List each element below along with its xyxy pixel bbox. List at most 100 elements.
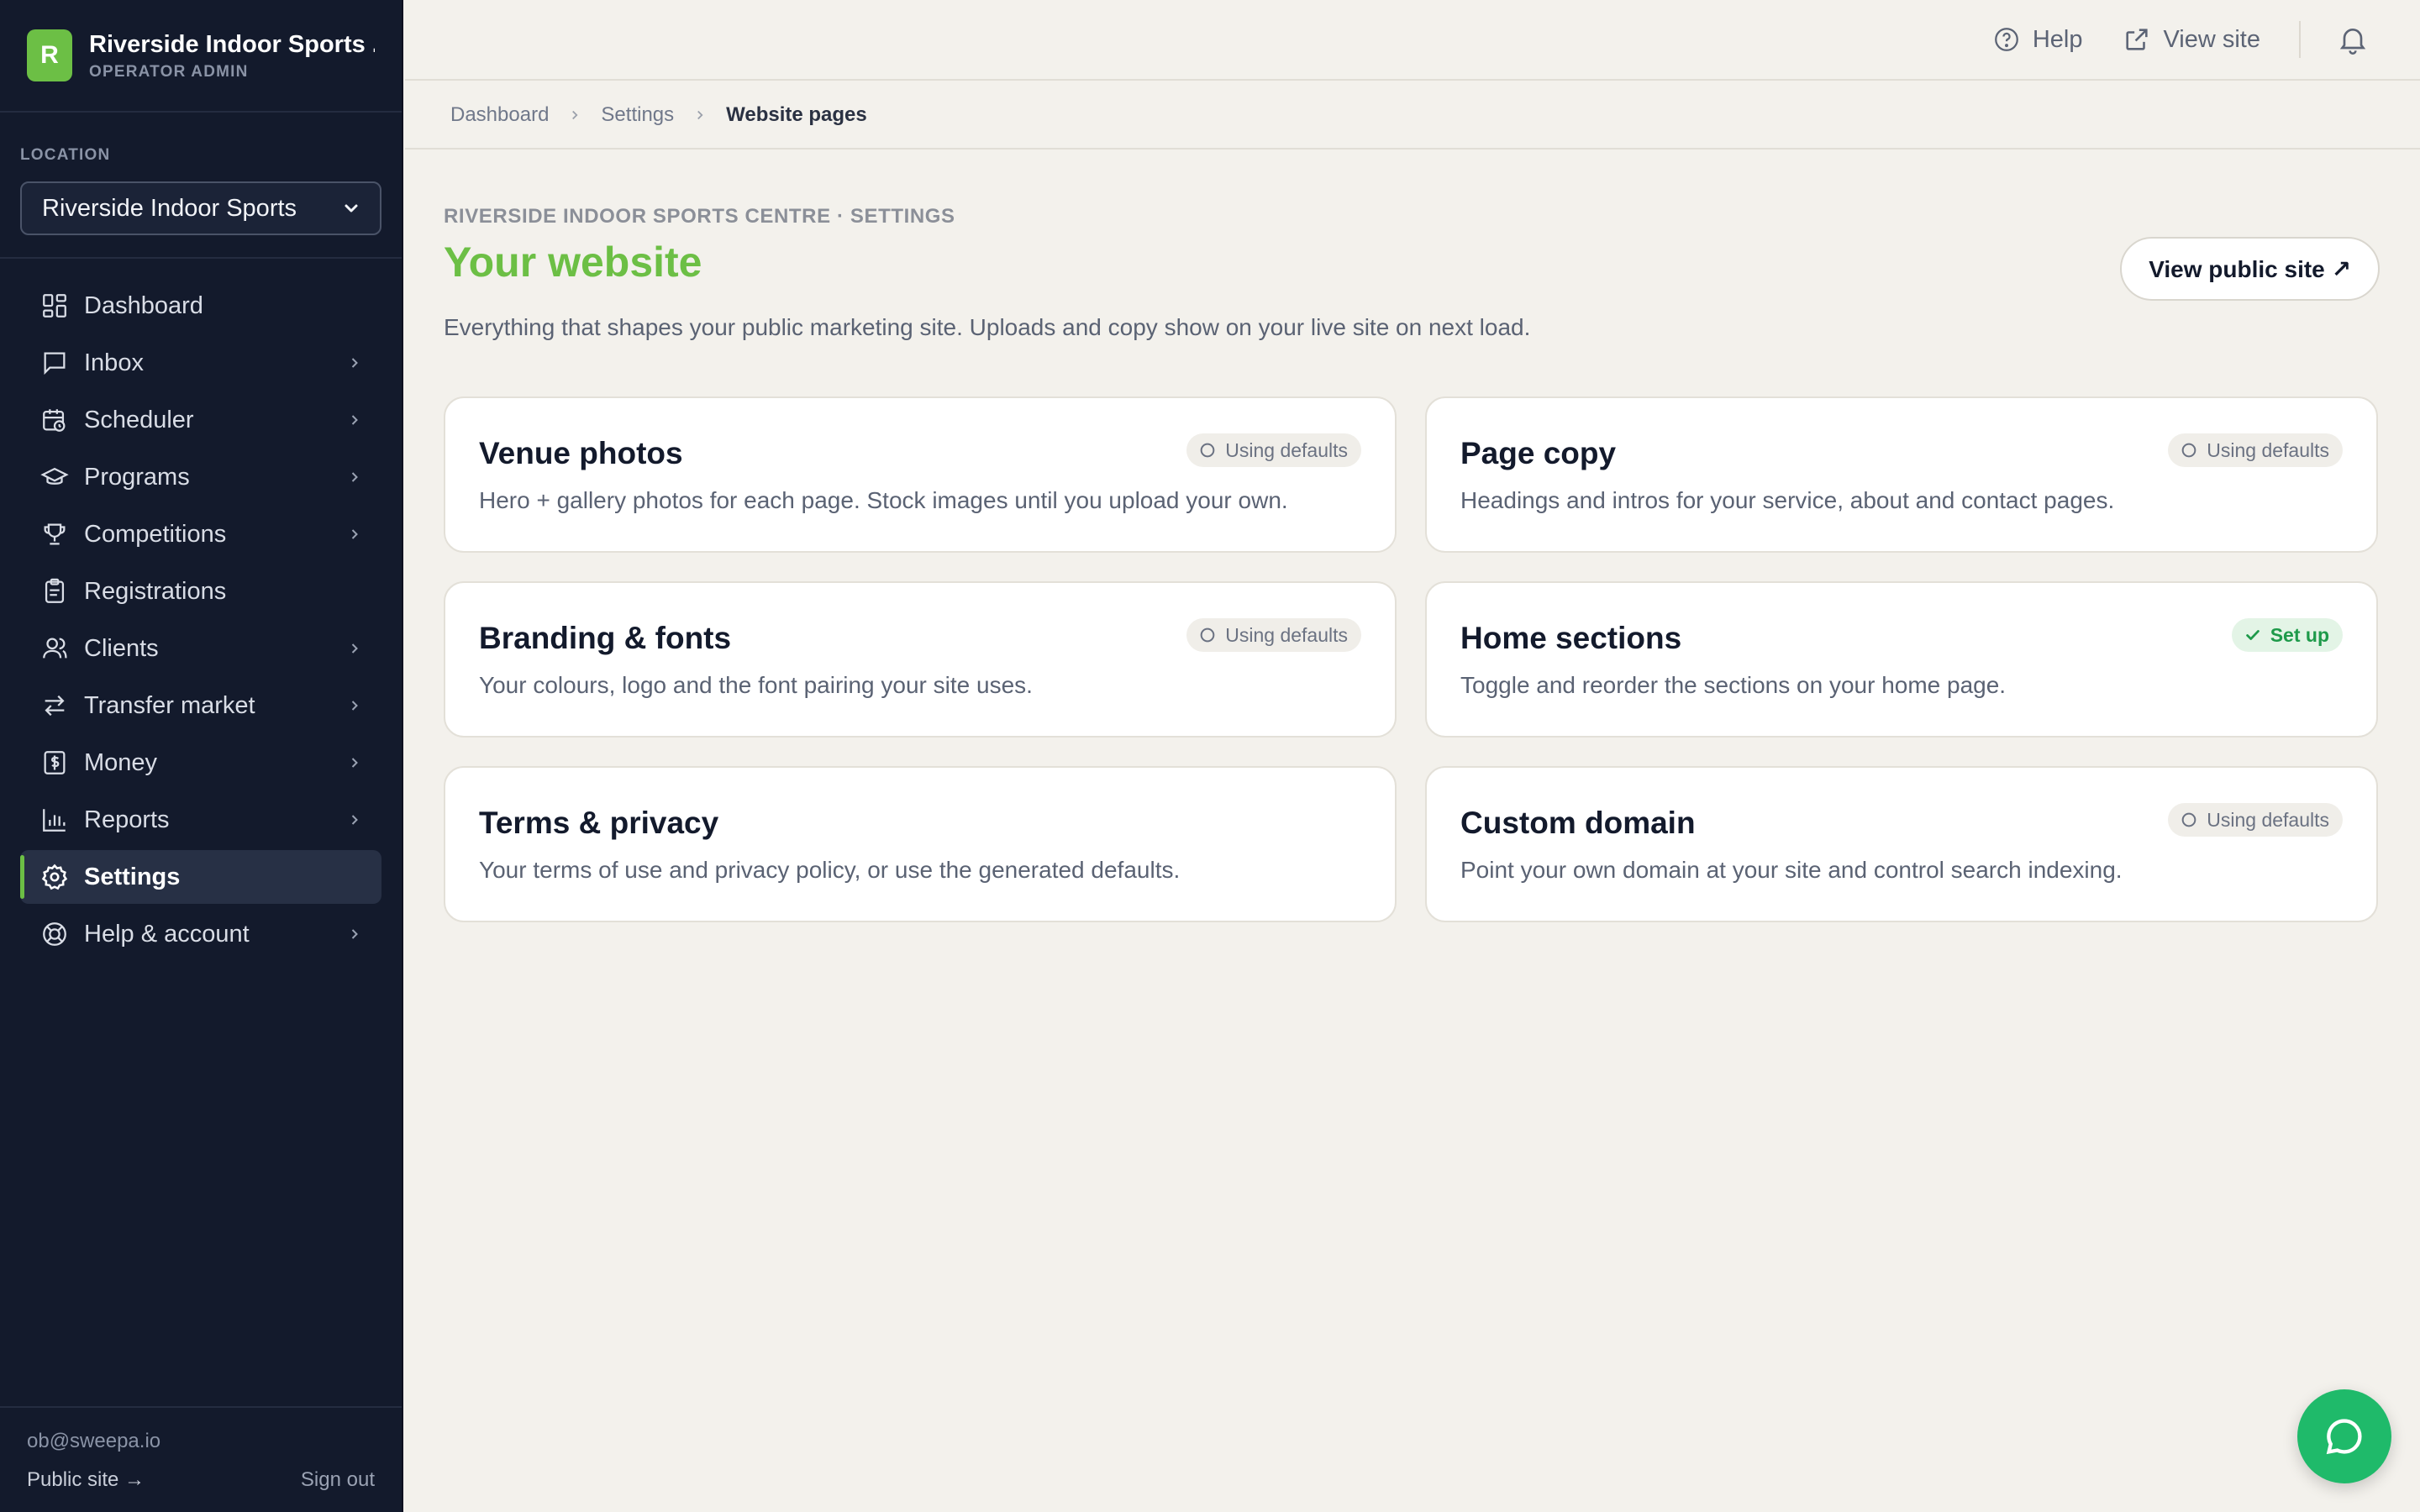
chevron-right-icon — [351, 472, 358, 482]
main-content: RIVERSIDE INDOOR SPORTS CENTRE · SETTING… — [444, 150, 2380, 922]
circle-outline-icon — [1200, 627, 1215, 643]
page-eyebrow: RIVERSIDE INDOOR SPORTS CENTRE · SETTING… — [444, 205, 955, 228]
breadcrumb-current: Website pages — [726, 103, 867, 126]
sidebar-item-inbox[interactable]: Inbox — [20, 336, 381, 390]
location-select[interactable]: Riverside Indoor Sports — [20, 181, 381, 235]
sidebar-item-label: Inbox — [84, 349, 144, 376]
view-public-site-button[interactable]: View public site ↗ — [2120, 237, 2380, 301]
card-branding-fonts[interactable]: Branding & fonts Your colours, logo and … — [444, 581, 1397, 738]
view-site-button[interactable]: View site — [2123, 25, 2260, 54]
topbar-divider — [2299, 21, 2301, 58]
external-link-icon — [2126, 29, 2149, 50]
sidebar-item-label: Registrations — [84, 577, 227, 605]
card-description: Headings and intros for your service, ab… — [1460, 487, 2115, 513]
sidebar-nav: Dashboard Inbox Scheduler Programs Compe… — [0, 259, 402, 961]
circle-outline-icon — [2181, 812, 2196, 827]
user-email: ob@sweepa.io — [27, 1430, 161, 1452]
page-description: Everything that shapes your public marke… — [444, 314, 1531, 340]
chevron-right-icon — [351, 929, 358, 939]
sidebar-item-label: Clients — [84, 634, 159, 662]
brand-header[interactable]: R Riverside Indoor Sports ... OPERATOR A… — [0, 0, 402, 113]
chevron-right-icon — [351, 643, 358, 654]
breadcrumb: Dashboard Settings Website pages — [405, 82, 2420, 150]
chevron-right-icon — [351, 758, 358, 768]
breadcrumb-dashboard[interactable]: Dashboard — [450, 103, 549, 127]
sidebar-item-label: Dashboard — [84, 291, 203, 319]
card-title: Home sections — [1460, 621, 1682, 655]
view-site-label: View site — [2163, 25, 2260, 53]
help-label: Help — [2032, 25, 2083, 53]
check-icon — [2245, 630, 2260, 640]
sidebar-item-dashboard[interactable]: Dashboard — [20, 279, 381, 333]
sidebar-item-competitions[interactable]: Competitions — [20, 507, 381, 561]
chevron-right-icon — [572, 110, 578, 120]
brand-logo: R — [27, 29, 72, 81]
card-page-copy[interactable]: Page copy Headings and intros for your s… — [1425, 396, 2378, 553]
sidebar-item-help-account[interactable]: Help & account — [20, 907, 381, 961]
sidebar-item-reports[interactable]: Reports — [20, 793, 381, 847]
status-badge: Using defaults — [1186, 618, 1361, 652]
status-badge-label: Using defaults — [2207, 808, 2329, 831]
location-label: LOCATION — [20, 146, 111, 164]
trophy-icon — [44, 523, 66, 545]
chevron-right-icon — [351, 529, 358, 539]
arrows-swap-icon — [45, 695, 65, 717]
sidebar-footer: ob@sweepa.io Public site → Sign out — [0, 1406, 402, 1512]
sidebar-item-registrations[interactable]: Registrations — [20, 564, 381, 618]
gear-icon — [41, 864, 68, 890]
card-terms-privacy[interactable]: Terms & privacy Your terms of use and pr… — [444, 766, 1397, 922]
sidebar-item-money[interactable]: Money — [20, 736, 381, 790]
sidebar-item-scheduler[interactable]: Scheduler — [20, 393, 381, 447]
card-venue-photos[interactable]: Venue photos Hero + gallery photos for e… — [444, 396, 1397, 553]
status-badge: Using defaults — [1186, 433, 1361, 467]
chevron-right-icon — [351, 701, 358, 711]
graduation-cap-icon — [40, 467, 69, 485]
sidebar-item-clients[interactable]: Clients — [20, 622, 381, 675]
topbar: Help View site — [405, 0, 2420, 81]
sidebar-item-transfer-market[interactable]: Transfer market — [20, 679, 381, 732]
bell-icon[interactable] — [2336, 23, 2370, 56]
clipboard-icon — [45, 578, 65, 603]
inbox-icon — [44, 352, 66, 375]
chevron-right-icon — [697, 110, 703, 120]
chevron-right-icon — [351, 358, 358, 368]
dashboard-icon — [43, 294, 66, 318]
settings-card-grid: Venue photos Hero + gallery photos for e… — [444, 396, 2380, 922]
chevron-right-icon — [351, 415, 358, 425]
breadcrumb-settings[interactable]: Settings — [601, 103, 674, 127]
help-button[interactable]: Help — [1992, 25, 2083, 54]
status-badge-label: Using defaults — [2207, 438, 2329, 461]
status-badge: Using defaults — [2168, 803, 2343, 837]
card-custom-domain[interactable]: Custom domain Point your own domain at y… — [1425, 766, 2378, 922]
status-badge-label: Using defaults — [1225, 623, 1348, 646]
sidebar-item-label: Reports — [84, 806, 170, 833]
page-title: Your website — [444, 239, 702, 286]
card-description: Your colours, logo and the font pairing … — [479, 672, 1033, 698]
sidebar-item-label: Money — [84, 748, 158, 776]
bar-chart-icon — [43, 809, 66, 832]
public-site-link[interactable]: Public site → — [27, 1468, 145, 1492]
status-badge-label: Set up — [2270, 623, 2329, 646]
brand-name: Riverside Indoor Sports ... — [89, 31, 375, 58]
sidebar-item-label: Scheduler — [84, 406, 194, 433]
receipt-icon — [44, 751, 66, 774]
chat-bubble-icon — [2326, 1419, 2362, 1455]
card-description: Point your own domain at your site and c… — [1460, 857, 2123, 883]
calendar-clock-icon — [43, 409, 66, 432]
status-badge: Using defaults — [2168, 433, 2343, 467]
sidebar-item-label: Programs — [84, 463, 190, 491]
sidebar-item-programs[interactable]: Programs — [20, 450, 381, 504]
status-badge-label: Using defaults — [1225, 438, 1348, 461]
location-section: LOCATION Riverside Indoor Sports — [0, 113, 402, 259]
card-home-sections[interactable]: Home sections Toggle and reorder the sec… — [1425, 581, 2378, 738]
sidebar-item-label: Settings — [84, 863, 181, 890]
help-circle-icon — [1994, 28, 2018, 51]
sign-out-link[interactable]: Sign out — [301, 1468, 375, 1492]
chat-button[interactable] — [2297, 1389, 2391, 1483]
status-badge: Set up — [2231, 618, 2343, 652]
sidebar-item-settings[interactable]: Settings — [20, 850, 381, 904]
lifebuoy-icon — [43, 922, 66, 946]
sidebar-item-label: Transfer market — [84, 691, 255, 719]
chevron-down-icon — [345, 204, 358, 213]
circle-outline-icon — [1200, 443, 1215, 458]
